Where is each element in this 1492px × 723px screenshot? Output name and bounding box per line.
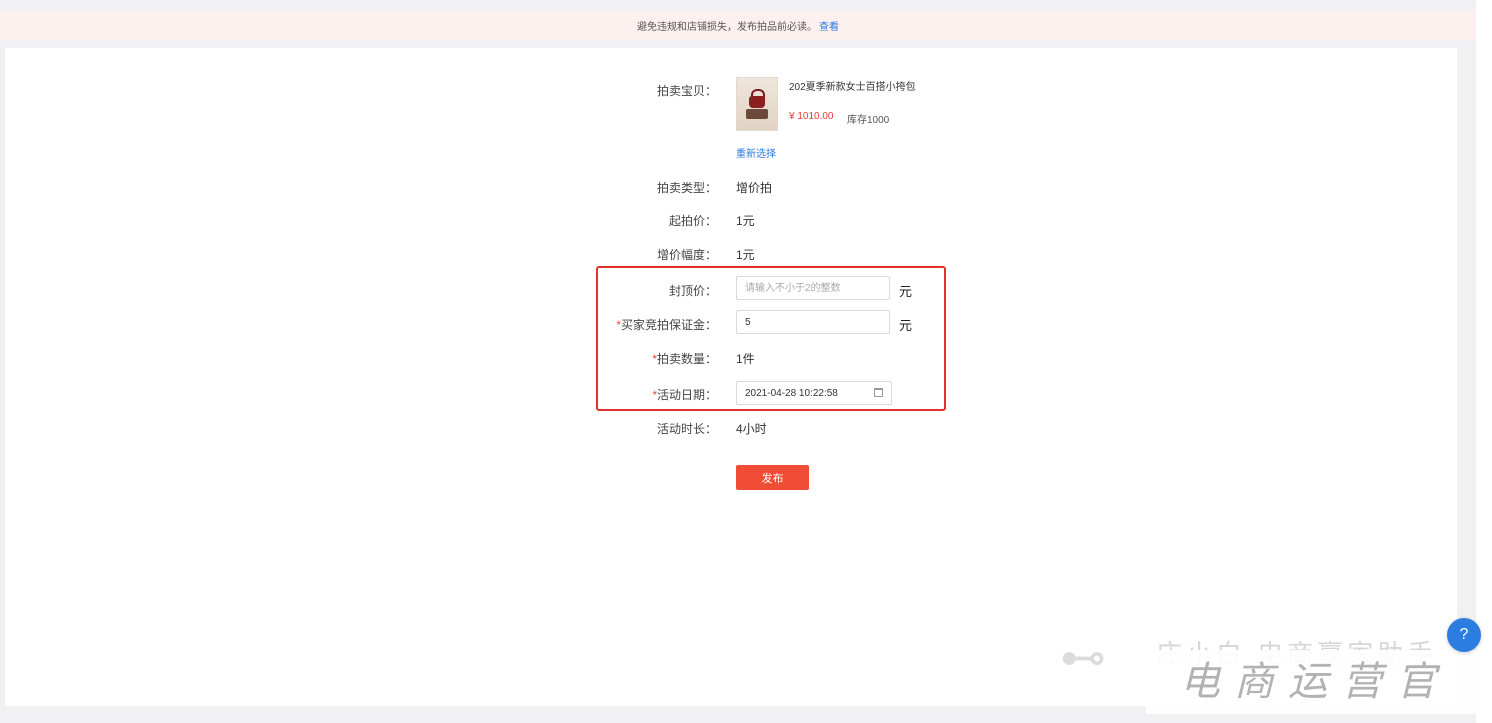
cap-price-unit: 元 bbox=[899, 284, 913, 299]
activity-date-label: *活动日期： bbox=[517, 386, 717, 403]
quantity-value: 1件 bbox=[736, 352, 755, 366]
publish-button[interactable]: 发布 bbox=[736, 465, 809, 490]
deposit-label: *买家竞拍保证金： bbox=[517, 316, 717, 333]
increment-label: 增价幅度： bbox=[656, 248, 717, 262]
deposit-label-text: 买家竞拍保证金： bbox=[620, 318, 717, 332]
activity-date-value: 2021-04-28 10:22:58 bbox=[745, 387, 838, 399]
notice-text: 避免违规和店铺损失，发布拍品前必读。 bbox=[637, 21, 817, 33]
deposit-input[interactable] bbox=[736, 310, 890, 334]
product-title: 202夏季新款女士百搭小挎包 bbox=[789, 82, 916, 93]
watermark: ⊷ 庄小白 电商赢家助手 电商运营官 bbox=[1060, 616, 1480, 716]
activity-date-label-text: 活动日期： bbox=[656, 388, 717, 402]
start-price-value: 1元 bbox=[736, 214, 755, 228]
page-right-edge bbox=[1476, 0, 1492, 723]
reselect-link[interactable]: 重新选择 bbox=[736, 145, 776, 160]
quantity-label-text: 拍卖数量： bbox=[656, 352, 717, 366]
calendar-icon[interactable] bbox=[874, 388, 883, 397]
watermark-slogan: 电商运营官 bbox=[1146, 650, 1480, 714]
product-stock: 库存1000 bbox=[847, 115, 890, 126]
activity-date-picker[interactable]: 2021-04-28 10:22:58 bbox=[736, 381, 892, 405]
form-panel bbox=[5, 48, 1457, 706]
notice-view-link[interactable]: 查看 bbox=[819, 18, 839, 33]
quantity-label: *拍卖数量： bbox=[517, 350, 717, 367]
product-price: ¥ 1010.00 bbox=[789, 111, 834, 122]
bag-shape bbox=[749, 96, 765, 108]
product-label: 拍卖宝贝： bbox=[656, 84, 717, 98]
duration-label: 活动时长： bbox=[656, 422, 717, 436]
duration-value: 4小时 bbox=[736, 422, 767, 436]
cap-price-label: 封顶价： bbox=[668, 284, 717, 298]
product-thumbnail bbox=[736, 77, 778, 131]
deposit-unit: 元 bbox=[899, 318, 913, 333]
auction-type-value: 增价拍 bbox=[736, 181, 773, 195]
stand-shape bbox=[746, 109, 768, 119]
auction-type-label: 拍卖类型： bbox=[656, 181, 717, 195]
notice-bar: 避免违规和店铺损失，发布拍品前必读。 查看 bbox=[0, 10, 1476, 40]
increment-value: 1元 bbox=[736, 248, 755, 262]
cap-price-input[interactable] bbox=[736, 276, 890, 300]
help-chat-icon[interactable]: ? bbox=[1447, 618, 1481, 652]
start-price-label: 起拍价： bbox=[668, 214, 717, 228]
fish-logo-icon: ⊷ bbox=[1060, 631, 1106, 683]
